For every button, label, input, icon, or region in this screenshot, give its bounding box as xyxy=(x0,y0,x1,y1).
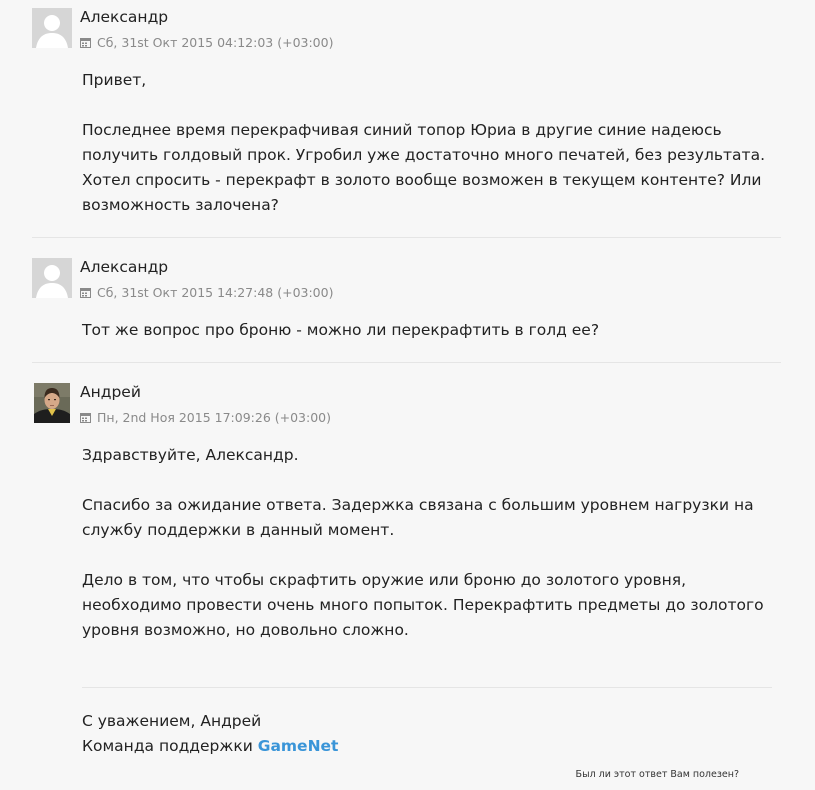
message-line: Дело в том, что чтобы скрафтить оружие и… xyxy=(82,571,687,589)
message: Александр Сб, 31st Окт 2015 14:27:48 (+0… xyxy=(32,238,781,363)
message-line: Последнее время перекрафчивая синий топо… xyxy=(82,121,722,139)
avatar xyxy=(32,258,72,298)
timestamp-text: Сб, 31st Окт 2015 14:27:48 (+03:00) xyxy=(97,285,334,300)
message-line: необходимо провести очень много попыток.… xyxy=(82,596,764,614)
calendar-icon xyxy=(80,288,91,298)
author-name: Андрей xyxy=(80,383,141,401)
helpful-prompt[interactable]: Был ли этот ответ Вам полезен? xyxy=(576,769,739,780)
author-name: Александр xyxy=(80,258,169,276)
calendar-icon xyxy=(80,38,91,48)
calendar-icon xyxy=(80,413,91,423)
message: Александр Сб, 31st Окт 2015 04:12:03 (+0… xyxy=(32,0,781,238)
avatar xyxy=(32,8,72,48)
user-silhouette-icon xyxy=(32,8,72,48)
avatar xyxy=(34,383,70,423)
signature-divider xyxy=(82,687,772,688)
message-line: Хотел спросить - перекрафт в золото вооб… xyxy=(82,171,762,189)
signature: С уважением, Андрей Команда поддержки Ga… xyxy=(82,709,782,759)
user-silhouette-icon xyxy=(32,258,72,298)
message-line: Привет, xyxy=(82,71,147,89)
message-body: Здравствуйте, Александр. Спасибо за ожид… xyxy=(82,443,782,643)
ticket-thread: Александр Сб, 31st Окт 2015 04:12:03 (+0… xyxy=(0,0,815,790)
author-name: Александр xyxy=(80,8,169,26)
message-timestamp: Пн, 2nd Ноя 2015 17:09:26 (+03:00) xyxy=(80,410,331,425)
message-line: возможность залочена? xyxy=(82,196,279,214)
message-timestamp: Сб, 31st Окт 2015 04:12:03 (+03:00) xyxy=(80,35,333,50)
signature-team: Команда поддержки GameNet xyxy=(82,734,782,759)
message-body: Привет, Последнее время перекрафчивая си… xyxy=(82,68,782,218)
message-line: получить голдовый прок. Угробил уже дост… xyxy=(82,146,765,164)
message-body: Тот же вопрос про броню - можно ли перек… xyxy=(82,318,782,343)
message-line: уровня возможно, но довольно сложно. xyxy=(82,621,409,639)
signature-team-label: Команда поддержки xyxy=(82,737,253,755)
brand-name: GameNet xyxy=(257,737,339,755)
timestamp-text: Пн, 2nd Ноя 2015 17:09:26 (+03:00) xyxy=(97,410,331,425)
message-timestamp: Сб, 31st Окт 2015 14:27:48 (+03:00) xyxy=(80,285,333,300)
message-line: Спасибо за ожидание ответа. Задержка свя… xyxy=(82,496,754,514)
agent-photo-icon xyxy=(34,383,70,423)
message-line: Здравствуйте, Александр. xyxy=(82,446,299,464)
timestamp-text: Сб, 31st Окт 2015 04:12:03 (+03:00) xyxy=(97,35,334,50)
message-line: Тот же вопрос про броню - можно ли перек… xyxy=(82,321,600,339)
message-line: службу поддержки в данный момент. xyxy=(82,521,395,539)
message: Андрей Пн, 2nd Ноя 2015 17:09:26 (+03:00… xyxy=(32,363,781,790)
signature-greeting: С уважением, Андрей xyxy=(82,712,262,730)
